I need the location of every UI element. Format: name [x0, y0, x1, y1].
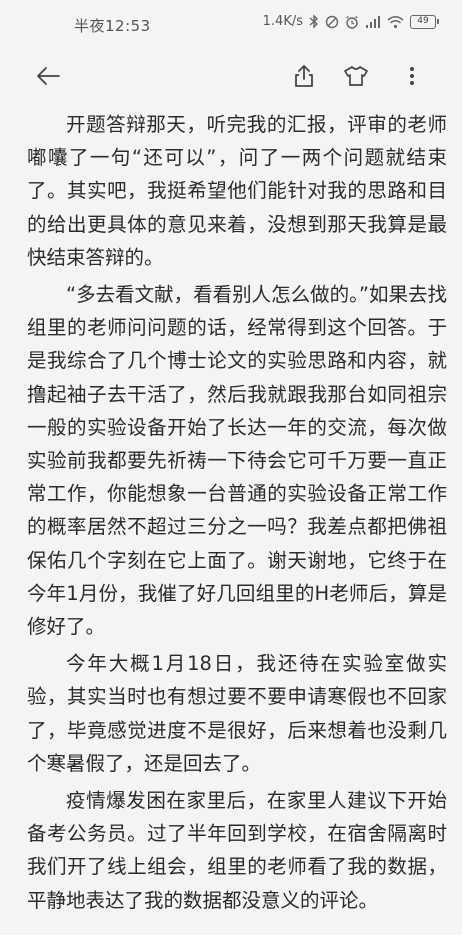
article-body: 开题答辩那天，听完我的汇报，评审的老师嘟囔了一句“还可以”，问了一两个问题就结束…: [27, 108, 447, 921]
alarm-icon: [345, 15, 359, 29]
back-arrow-icon: [35, 66, 61, 90]
status-bar: 半夜12:53 1.4K/s 49: [0, 0, 462, 48]
battery-icon: 49: [410, 14, 439, 29]
article-paragraph: 疫情爆发困在家里后，在家里人建议下开始备考公务员。过了半年回到学校，在宿舍隔离时…: [27, 789, 447, 912]
status-time: 半夜12:53: [74, 17, 151, 35]
signal-icon: [365, 15, 381, 29]
wifi-icon: [387, 15, 404, 29]
tshirt-icon: [343, 65, 369, 91]
article-paragraph: “多去看文献，看看别人怎么做的。”如果去找组里的老师问问题的话，经常得到这个回答…: [27, 283, 447, 639]
share-icon: [293, 64, 315, 92]
theme-button[interactable]: [340, 62, 372, 94]
status-icons: 1.4K/s 49: [262, 14, 439, 29]
article-paragraph: 今年大概1月18日，我还待在实验室做实验，其实当时也有想过要不要申请寒假也不回家…: [27, 652, 447, 775]
network-speed: 1.4K/s: [262, 14, 303, 29]
more-button[interactable]: [396, 62, 428, 94]
back-button[interactable]: [32, 62, 64, 94]
bluetooth-icon: [309, 14, 319, 29]
more-vertical-icon: [408, 65, 416, 91]
mute-icon: [325, 15, 339, 29]
article-paragraph: 开题答辩那天，听完我的汇报，评审的老师嘟囔了一句“还可以”，问了一两个问题就结束…: [27, 113, 447, 269]
share-button[interactable]: [288, 62, 320, 94]
toolbar: [0, 52, 462, 104]
